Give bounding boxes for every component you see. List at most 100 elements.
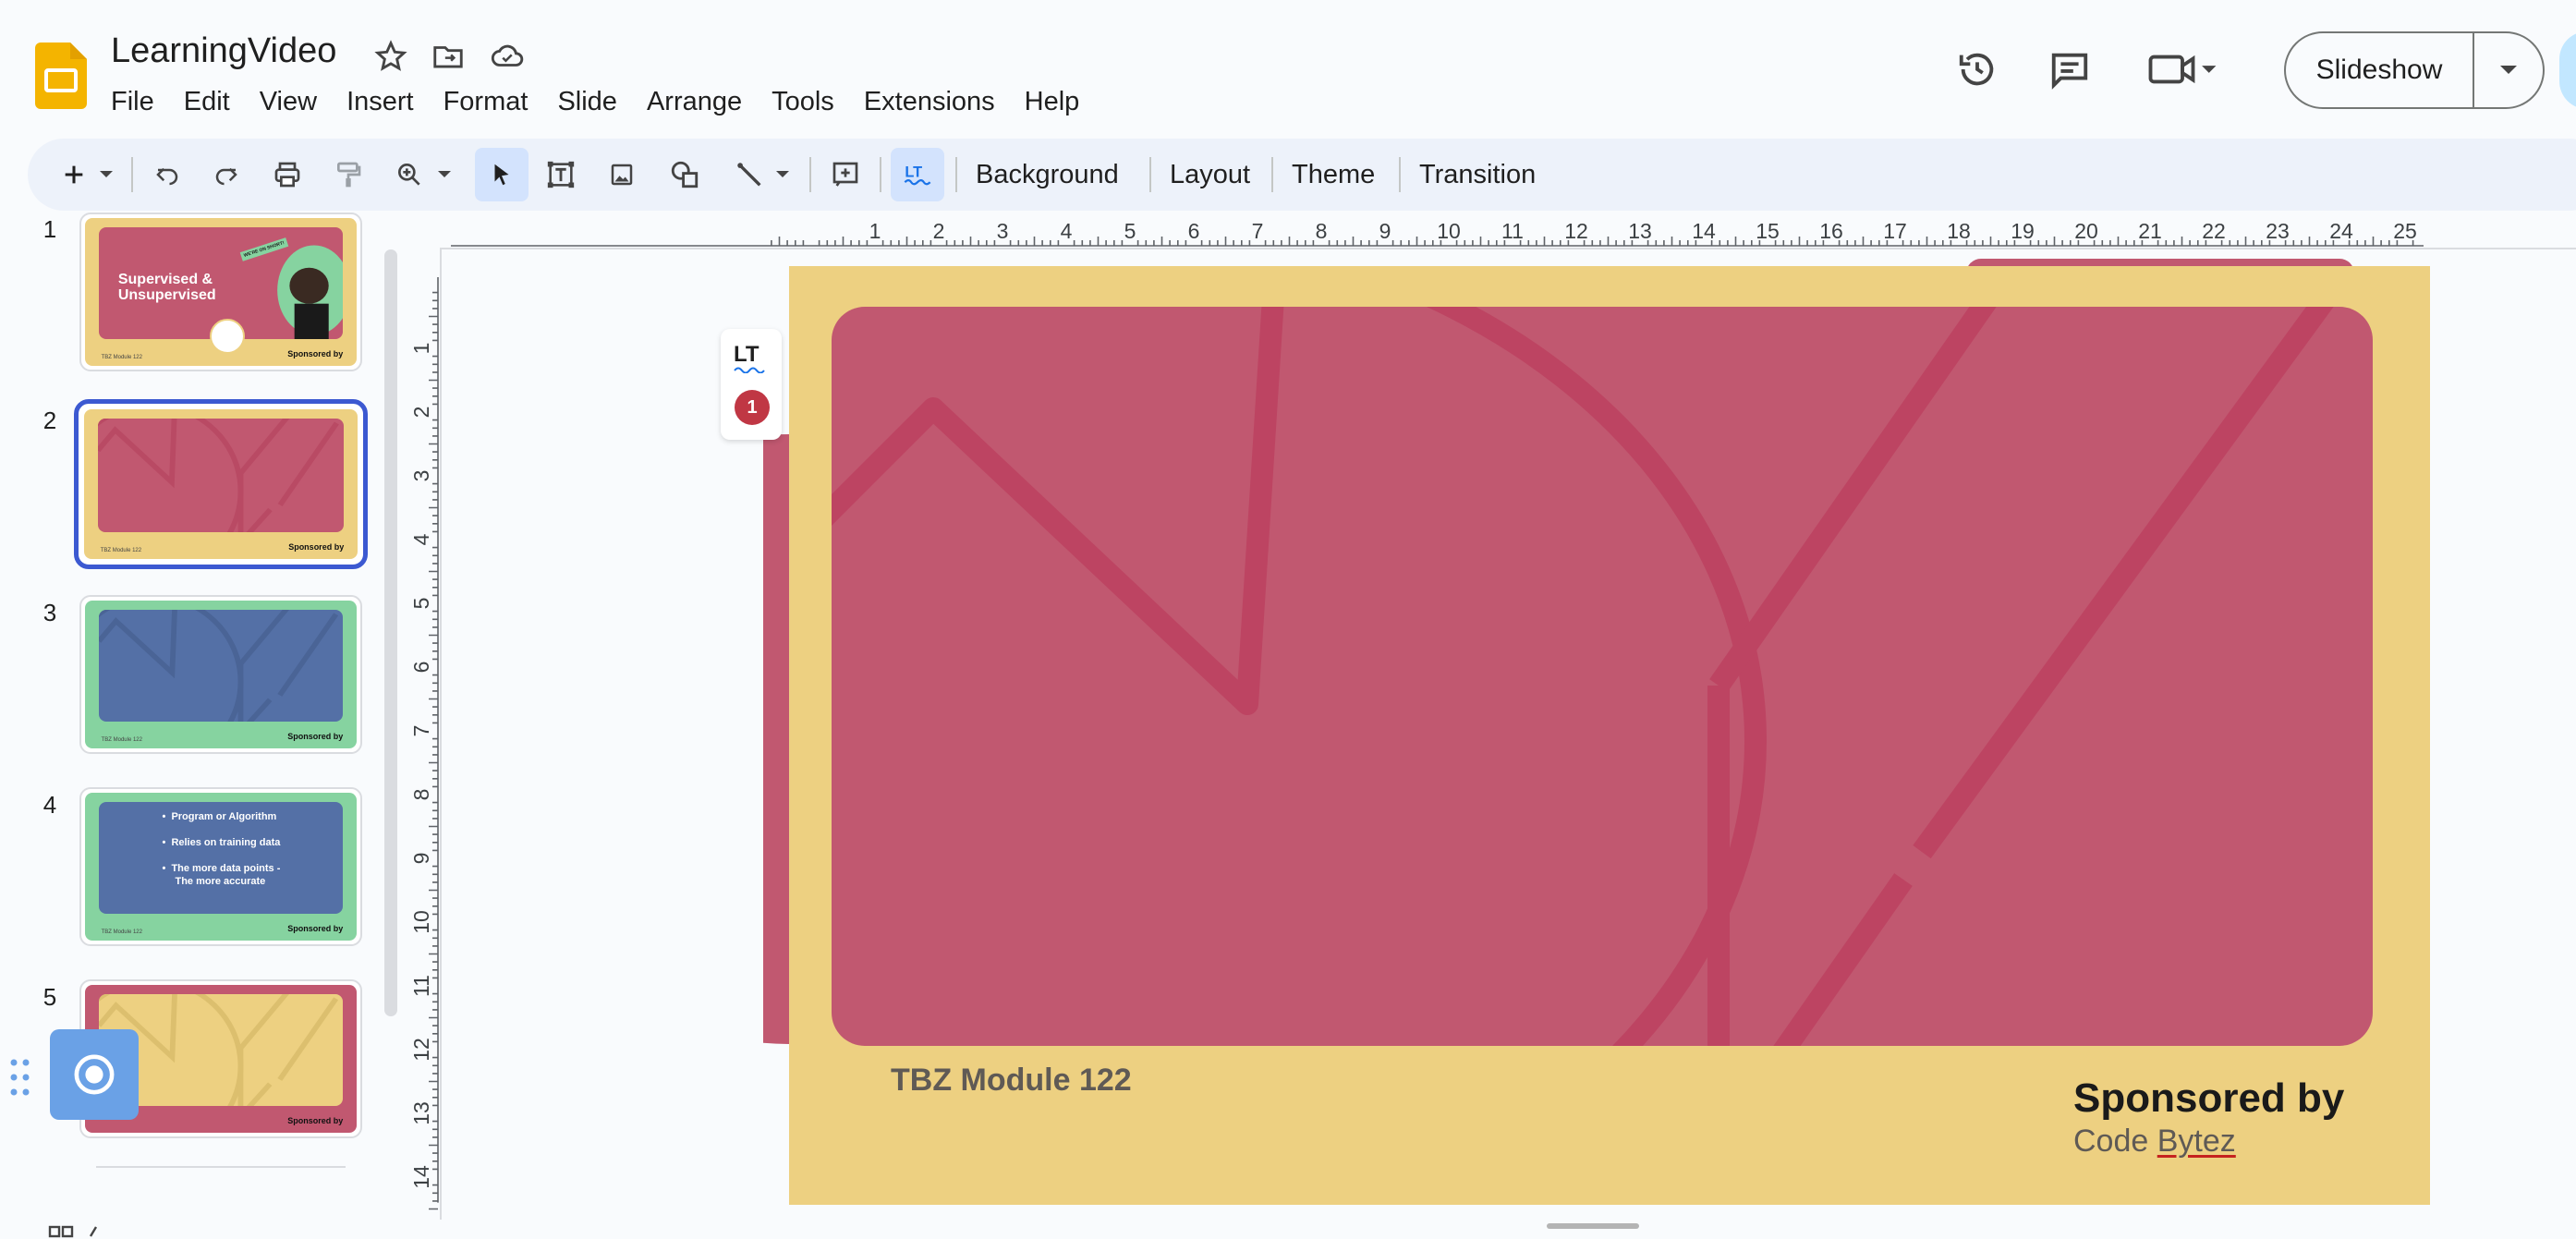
slide-decoration <box>832 307 2334 1046</box>
ruler-label: 11 <box>1501 219 1524 243</box>
ruler-label: 9 <box>409 853 433 865</box>
menu-slide[interactable]: Slide <box>542 83 632 120</box>
slide-decoration <box>97 418 339 532</box>
ruler-label: 12 <box>1564 219 1588 243</box>
meet-call-icon[interactable] <box>2145 45 2219 93</box>
menu-arrange[interactable]: Arrange <box>632 83 757 120</box>
insert-comment-icon[interactable] <box>822 148 869 201</box>
thumb-bullet-continued: The more accurate <box>175 876 266 888</box>
select-tool-icon[interactable] <box>475 148 529 201</box>
new-slide-dropdown-icon[interactable] <box>94 148 118 201</box>
ruler-label: 14 <box>1692 219 1716 243</box>
slide-thumbnail-3[interactable]: TBZ Module 122 Sponsored by <box>79 595 362 754</box>
menu-view[interactable]: View <box>245 83 332 120</box>
misspelled-word[interactable]: Bytez <box>2157 1124 2236 1159</box>
slide-number: 2 <box>43 407 57 434</box>
ruler-label: 21 <box>2138 219 2162 243</box>
ruler-label: 13 <box>409 1101 433 1125</box>
document-title[interactable]: LearningVideo <box>111 31 336 71</box>
chevron-down-icon <box>2500 66 2517 74</box>
ruler-label: 7 <box>1252 219 1264 243</box>
slideshow-dropdown[interactable] <box>2474 33 2543 107</box>
ruler-label: 10 <box>1437 219 1461 243</box>
new-slide-icon[interactable] <box>55 148 92 201</box>
print-icon[interactable] <box>264 148 310 201</box>
filmstrip-divider <box>96 1166 346 1168</box>
ruler-label: 5 <box>409 598 433 610</box>
ruler-label: 16 <box>1819 219 1843 243</box>
layout-button[interactable]: Layout <box>1157 148 1263 201</box>
record-button[interactable] <box>50 1029 139 1120</box>
slide-number: 3 <box>43 599 57 626</box>
speaker-notes-resize-handle[interactable] <box>1547 1223 1639 1229</box>
menu-edit[interactable]: Edit <box>169 83 245 120</box>
menu-tools[interactable]: Tools <box>757 83 849 120</box>
paint-format-icon[interactable] <box>325 148 371 201</box>
shape-icon[interactable] <box>662 148 708 201</box>
line-tool-icon[interactable] <box>726 148 772 201</box>
drag-handle-icon[interactable] <box>7 1055 33 1099</box>
insert-image-icon[interactable] <box>599 148 645 201</box>
slide-footer-text[interactable]: TBZ Module 122 <box>891 1063 1132 1099</box>
thumb-title-line2: Unsupervised <box>117 287 216 304</box>
version-history-icon[interactable] <box>1953 45 2001 93</box>
menu-insert[interactable]: Insert <box>332 83 429 120</box>
menu-help[interactable]: Help <box>1010 83 1095 120</box>
avatar <box>210 318 246 354</box>
theme-button[interactable]: Theme <box>1279 148 1388 201</box>
languagetool-icon[interactable]: LT <box>891 148 944 201</box>
slideshow-button[interactable]: Slideshow <box>2286 33 2474 107</box>
ruler-label: 11 <box>409 975 433 997</box>
slide-card[interactable] <box>832 307 2373 1046</box>
cloud-saved-icon[interactable] <box>490 39 525 74</box>
thumb-footer-left: TBZ Module 122 <box>100 547 142 553</box>
ruler-label: 6 <box>409 662 433 674</box>
ruler-label: 4 <box>409 533 433 545</box>
move-to-folder-icon[interactable] <box>431 39 466 74</box>
sponsored-by-text[interactable]: Sponsored by <box>2073 1075 2344 1122</box>
line-dropdown-icon[interactable] <box>771 148 795 201</box>
slide-thumbnail-1[interactable]: Supervised & Unsupervised WE'RE ON SHORT… <box>79 213 362 371</box>
star-icon[interactable] <box>373 39 408 74</box>
sponsor-name-text[interactable]: Code Bytez <box>2073 1124 2236 1160</box>
transition-button[interactable]: Transition <box>1406 148 1549 201</box>
ruler-label: 1 <box>409 343 433 355</box>
redo-icon[interactable] <box>203 148 249 201</box>
background-button[interactable]: Background <box>963 148 1132 201</box>
thumb-footer-right: Sponsored by <box>287 924 344 933</box>
share-button[interactable] <box>2559 31 2576 109</box>
zoom-icon[interactable] <box>386 148 432 201</box>
slide-thumbnail-4[interactable]: • Program or Algorithm • Relies on train… <box>79 787 362 946</box>
ruler-label: 2 <box>933 219 945 243</box>
text-box-icon[interactable] <box>538 148 584 201</box>
horizontal-ruler[interactable]: 1 2 3 4 5 6 7 8 9 10 11 12 13 14 15 16 17 18 19 20 21 22 23 24 2… <box>442 213 2567 249</box>
thumb-footer-left: TBZ Module 122 <box>101 929 142 935</box>
ruler-label: 17 <box>1883 219 1907 243</box>
languagetool-logo-icon: LT <box>734 342 765 373</box>
menu-format[interactable]: Format <box>429 83 543 120</box>
languagetool-widget[interactable]: LT 1 <box>721 329 782 440</box>
ruler-label: 6 <box>1188 219 1200 243</box>
grid-view-icon[interactable] <box>48 1221 103 1239</box>
ruler-label: 3 <box>409 470 433 482</box>
vertical-ruler[interactable]: 1234567891011121314 <box>405 249 442 1220</box>
zoom-dropdown-icon[interactable] <box>432 148 456 201</box>
slides-logo-icon[interactable] <box>35 43 87 109</box>
slide-number: 1 <box>43 215 57 243</box>
filmstrip-scrollbar[interactable] <box>384 249 397 1016</box>
undo-icon[interactable] <box>144 148 190 201</box>
ruler-label: 19 <box>2011 219 2035 243</box>
ruler-label: 7 <box>409 725 433 737</box>
thumb-bullet: • The more data points - <box>162 863 281 875</box>
ruler-label: 22 <box>2202 219 2226 243</box>
menu-extensions[interactable]: Extensions <box>849 83 1010 120</box>
ruler-label: 5 <box>1124 219 1136 243</box>
app-header: LearningVideo File Edit View Insert Form… <box>0 0 2576 139</box>
comments-icon[interactable] <box>2046 45 2094 93</box>
slide-canvas[interactable]: TBZ Module 122 Sponsored by Code Bytez <box>789 266 2430 1205</box>
ruler-edge <box>440 248 442 1220</box>
slide-number: 5 <box>43 983 57 1011</box>
issue-count-badge[interactable]: 1 <box>735 390 770 425</box>
slide-thumbnail-2[interactable]: TBZ Module 122 Sponsored by <box>74 399 368 569</box>
menu-file[interactable]: File <box>111 83 169 120</box>
